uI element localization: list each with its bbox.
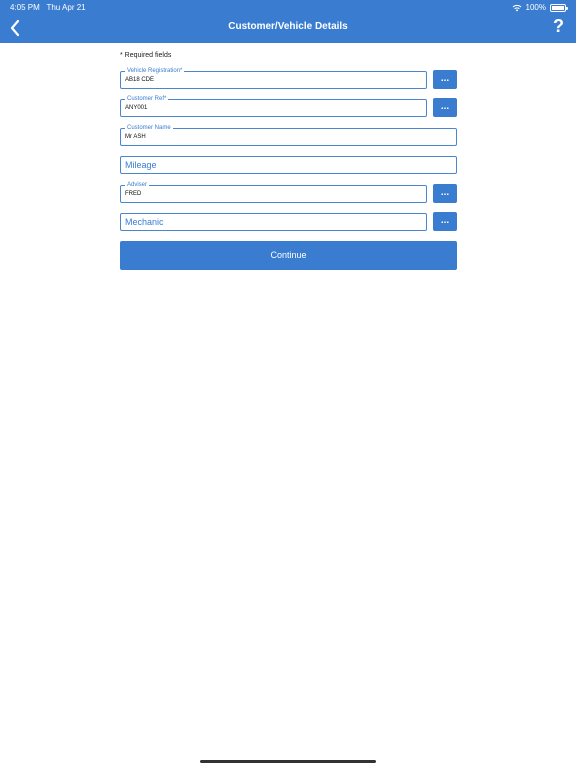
vehicle-registration-lookup-button[interactable]: ... bbox=[433, 70, 457, 89]
vehicle-registration-value: AB18 CDE bbox=[125, 77, 155, 83]
page-title: Customer/Vehicle Details bbox=[228, 21, 348, 32]
mechanic-placeholder: Mechanic bbox=[125, 217, 164, 227]
mileage-placeholder: Mileage bbox=[125, 160, 157, 170]
status-time-date: 4:05 PM Thu Apr 21 bbox=[10, 3, 86, 12]
customer-name-value: Mr ASH bbox=[125, 134, 146, 140]
mechanic-lookup-button[interactable]: ... bbox=[433, 212, 457, 231]
nav-header: 4:05 PM Thu Apr 21 100% Customer/Vehicle… bbox=[0, 0, 576, 43]
customer-ref-field[interactable]: Customer Ref* ANY001 bbox=[120, 95, 427, 117]
status-time: 4:05 PM bbox=[10, 3, 40, 12]
customer-ref-lookup-button[interactable]: ... bbox=[433, 98, 457, 117]
customer-ref-label: Customer Ref* bbox=[125, 95, 169, 103]
home-indicator[interactable] bbox=[200, 760, 376, 763]
wifi-icon bbox=[512, 4, 521, 11]
adviser-lookup-button[interactable]: ... bbox=[433, 184, 457, 203]
mileage-field[interactable]: Mileage bbox=[120, 156, 457, 174]
status-date: Thu Apr 21 bbox=[46, 3, 86, 12]
status-right: 100% bbox=[512, 3, 568, 12]
mechanic-field[interactable]: Mechanic bbox=[120, 213, 427, 231]
adviser-field[interactable]: Adviser FRED bbox=[120, 181, 427, 203]
customer-name-field[interactable]: Customer Name Mr ASH bbox=[120, 124, 457, 146]
vehicle-registration-field[interactable]: Vehicle Registration* AB18 CDE bbox=[120, 67, 427, 89]
continue-button[interactable]: Continue bbox=[120, 241, 457, 270]
adviser-label: Adviser bbox=[125, 181, 150, 189]
customer-ref-value: ANY001 bbox=[125, 105, 148, 111]
battery-icon bbox=[550, 3, 568, 12]
customer-name-label: Customer Name bbox=[125, 124, 173, 132]
battery-percent: 100% bbox=[525, 3, 546, 12]
help-button[interactable]: ? bbox=[553, 16, 564, 37]
required-fields-note: * Required fields bbox=[120, 52, 172, 59]
adviser-value: FRED bbox=[125, 191, 142, 197]
vehicle-registration-label: Vehicle Registration* bbox=[125, 67, 185, 75]
